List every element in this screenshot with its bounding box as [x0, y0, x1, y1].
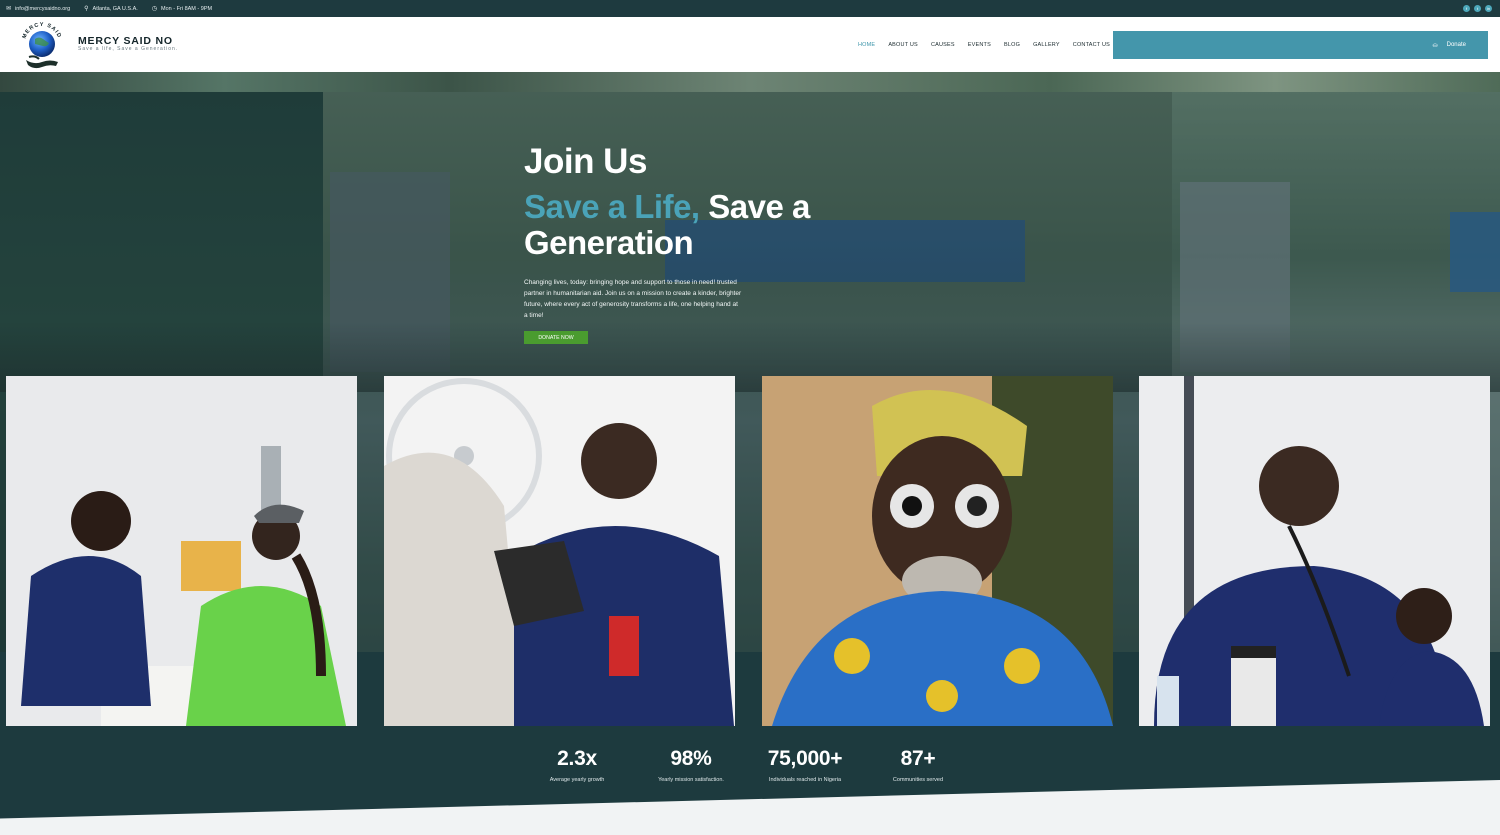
email-text[interactable]: info@mercysaidno.org — [15, 6, 70, 12]
nav-about-us[interactable]: ABOUT US — [888, 42, 918, 48]
donate-button[interactable]: ⛀ Donate — [1113, 31, 1488, 59]
stat-label: Average yearly growth — [549, 777, 605, 783]
nav-causes[interactable]: CAUSES — [931, 42, 955, 48]
hours-info: ◷ Mon - Fri 8AM - 9PM — [151, 5, 213, 13]
stat-value: 75,000+ — [767, 747, 843, 770]
hero-copy: Join Us Save a Life, Save a Generation C… — [524, 142, 854, 344]
twitter-icon[interactable]: t — [1474, 5, 1481, 12]
hero-description: Changing lives, today: bringing hope and… — [524, 279, 742, 319]
email-info[interactable]: ✉ info@mercysaidno.org — [6, 5, 70, 13]
linkedin-icon[interactable]: in — [1485, 5, 1492, 12]
social-links: f t in — [1463, 5, 1492, 12]
donate-label: Donate — [1446, 42, 1466, 48]
stat-value: 87+ — [900, 747, 936, 770]
hero-headline-accent: Save a Life, — [524, 188, 700, 225]
hero-headline: Save a Life, Save a Generation — [524, 189, 854, 261]
top-info-bar: ✉ info@mercysaidno.org ⚲ Atlanta, GA U.S… — [0, 0, 1500, 17]
stat-communities: 87+ Communities served — [853, 747, 983, 784]
main-nav: HOME ABOUT US CAUSES EVENTS BLOG GALLERY… — [858, 42, 1110, 48]
envelope-icon: ✉ — [6, 6, 12, 12]
donate-now-button[interactable]: DONATE NOW — [524, 331, 588, 344]
nav-contact-us[interactable]: CONTACT US — [1073, 42, 1110, 48]
nav-home[interactable]: HOME — [858, 42, 875, 48]
stat-individuals-reached: 75,000+ Individuals reached in Nigeria — [740, 747, 870, 784]
site-header: MERCY SAID NO MERCY SAID NO Save a life,… — [0, 15, 1500, 72]
location-text: Atlanta, GA U.S.A. — [92, 5, 138, 12]
photo-blood-pressure-check[interactable] — [384, 376, 735, 726]
photo-child-stethoscope[interactable] — [1139, 376, 1490, 726]
clock-icon: ◷ — [151, 6, 158, 12]
stat-label: Individuals reached in Nigeria — [768, 777, 842, 783]
stat-value: 98% — [670, 747, 712, 770]
donate-hand-icon: ⛀ — [1432, 42, 1438, 49]
nav-blog[interactable]: BLOG — [1004, 42, 1020, 48]
facebook-icon[interactable]: f — [1463, 5, 1470, 12]
nav-events[interactable]: EVENTS — [968, 42, 991, 48]
stat-label: Yearly mission satisfaction. — [658, 777, 724, 783]
brand-tagline: Save a life, Save a Generation. — [78, 46, 179, 52]
photo-volunteer-checking-patient[interactable] — [6, 376, 357, 726]
location-info: ⚲ Atlanta, GA U.S.A. — [84, 5, 138, 13]
hero-top-strip — [0, 72, 1500, 92]
map-pin-icon: ⚲ — [84, 6, 89, 12]
photo-eye-exam-elder[interactable] — [762, 376, 1113, 726]
hours-text: Mon - Fri 8AM - 9PM — [161, 5, 213, 12]
stat-label: Communities served — [892, 777, 944, 783]
stat-value: 2.3x — [557, 747, 597, 770]
logo-emblem[interactable]: MERCY SAID NO — [14, 15, 67, 71]
hero-title: Join Us — [524, 142, 647, 181]
nav-gallery[interactable]: GALLERY — [1033, 42, 1060, 48]
stat-growth: 2.3x Average yearly growth — [512, 747, 642, 784]
stat-satisfaction: 98% Yearly mission satisfaction. — [626, 747, 756, 784]
